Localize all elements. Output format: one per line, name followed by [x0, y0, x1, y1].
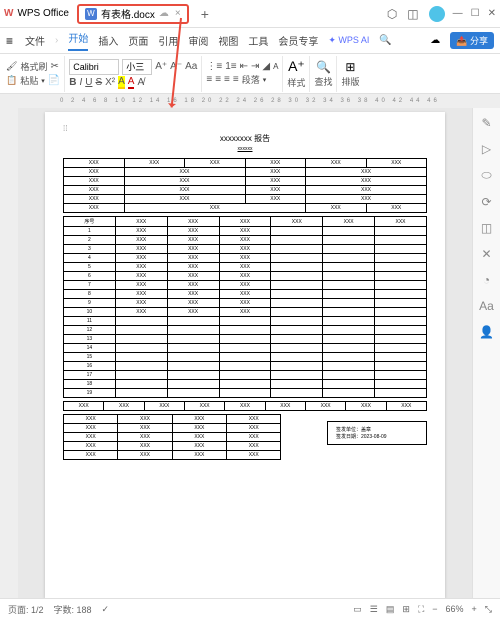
clear-format-icon[interactable]: A̸: [137, 77, 144, 88]
maximize-button[interactable]: ☐: [471, 8, 480, 19]
doc-subtitle: xxxxxx: [63, 146, 427, 152]
number-list-icon[interactable]: 1≡: [225, 61, 236, 72]
view-web-icon[interactable]: ▤: [386, 604, 395, 615]
user-avatar[interactable]: [429, 6, 445, 22]
style-icon[interactable]: A⁺: [288, 58, 305, 75]
menu-insert[interactable]: 插入: [98, 33, 118, 48]
paste-label: 粘贴: [20, 74, 38, 87]
horizontal-ruler[interactable]: 0 2 4 6 8 10 12 14 16 18 20 22 24 26 28 …: [0, 94, 500, 108]
app-logo: W: [4, 8, 13, 19]
zoom-out-button[interactable]: −: [432, 604, 437, 614]
doc-title: xxxxxxxx 报告: [63, 133, 427, 144]
format-painter-icon[interactable]: 🖌: [6, 61, 17, 72]
format-painter-label: 格式刷: [20, 60, 47, 73]
strike-icon[interactable]: S: [95, 77, 102, 88]
super-icon[interactable]: X²: [105, 77, 115, 88]
header-table-1: XXXXXXXXXXXXXXXXXX XXXXXXXXXXXX XXXXXXXX…: [63, 158, 427, 213]
minimize-button[interactable]: —: [453, 8, 463, 19]
grow-font-icon[interactable]: A⁺: [155, 61, 167, 72]
tab-sync-icon[interactable]: ☁: [159, 8, 169, 19]
align-justify-icon[interactable]: ≡: [233, 74, 239, 85]
share-button[interactable]: 📤 分享: [450, 32, 494, 49]
rail-time-icon[interactable]: ◔: [483, 273, 490, 287]
italic-icon[interactable]: I: [79, 77, 82, 88]
font-select[interactable]: [69, 59, 119, 75]
menu-review[interactable]: 审阅: [188, 33, 208, 48]
change-case-icon[interactable]: Aa: [185, 61, 197, 72]
signature-box: 签发单位：盖章 签发日期：2023-08-09: [327, 421, 427, 445]
app-center-icon[interactable]: ⬡: [387, 7, 397, 21]
menu-page[interactable]: 页面: [128, 33, 148, 48]
underline-icon[interactable]: U: [85, 77, 92, 88]
document-tab[interactable]: W 有表格.docx ☁ ×: [77, 4, 189, 24]
arrange-label: 排版: [341, 75, 359, 88]
rail-edit-icon[interactable]: ✎: [481, 116, 491, 130]
indent-right-icon[interactable]: ⇥: [251, 61, 259, 72]
paste-icon[interactable]: 📋: [6, 75, 17, 86]
menu-view[interactable]: 视图: [218, 33, 238, 48]
rail-user-icon[interactable]: 👤: [479, 325, 494, 339]
document-page[interactable]: ⁞⁞ xxxxxxxx 报告 xxxxxx XXXXXXXXXXXXXXXXXX…: [45, 112, 445, 598]
align-right-icon[interactable]: ≡: [224, 74, 230, 85]
spellcheck-icon[interactable]: ✓: [102, 604, 110, 615]
box-icon[interactable]: ◫: [407, 7, 418, 21]
style-label: 样式: [287, 76, 305, 89]
size-select[interactable]: [122, 59, 152, 75]
menu-member[interactable]: 会员专享: [278, 33, 318, 48]
vertical-ruler[interactable]: [0, 108, 18, 598]
rail-box-icon[interactable]: ◫: [481, 221, 492, 235]
align-left-icon[interactable]: ≡: [206, 74, 212, 85]
footer-table-1: XXXXXXXXXXXXXXXXXXXXXXXXXXX: [63, 401, 427, 411]
view-print-icon[interactable]: ▭: [353, 604, 362, 615]
arrange-icon[interactable]: ⊞: [345, 60, 355, 74]
footer-table-2: XXXXXXXXXXXX XXXXXXXXXXXX XXXXXXXXXXXX X…: [63, 414, 281, 460]
rail-select-icon[interactable]: ▷: [482, 142, 491, 156]
view-read-icon[interactable]: ⊞: [402, 604, 410, 615]
tab-title: 有表格.docx: [101, 6, 155, 21]
para-label[interactable]: 段落: [242, 73, 260, 86]
rail-close-icon[interactable]: ✕: [481, 247, 491, 261]
close-button[interactable]: ✕: [488, 8, 496, 19]
cut-icon[interactable]: ✂: [50, 61, 58, 72]
align-center-icon[interactable]: ≡: [215, 74, 221, 85]
cloud-icon[interactable]: ☁: [430, 35, 440, 46]
bullet-list-icon[interactable]: ⋮≡: [206, 61, 222, 72]
wps-ai-button[interactable]: ✦ WPS AI: [328, 35, 369, 46]
indent-left-icon[interactable]: ⇤: [240, 61, 248, 72]
find-icon[interactable]: 🔍: [316, 60, 331, 74]
menu-reference[interactable]: 引用: [158, 33, 178, 48]
fontcolor-icon[interactable]: A: [128, 76, 135, 89]
rail-shape-icon[interactable]: ⬭: [481, 168, 491, 183]
menu-tools[interactable]: 工具: [248, 33, 268, 48]
view-outline-icon[interactable]: ☰: [370, 604, 378, 615]
highlight-icon[interactable]: A: [118, 76, 125, 89]
fullscreen-icon[interactable]: ⤡: [485, 604, 492, 615]
tab-close-icon[interactable]: ×: [175, 8, 181, 19]
bold-icon[interactable]: B: [69, 77, 76, 88]
zoom-in-button[interactable]: +: [472, 604, 477, 614]
fill-icon[interactable]: ◢: [262, 61, 270, 72]
word-count[interactable]: 字数: 188: [54, 603, 92, 616]
zoom-level[interactable]: 66%: [446, 604, 464, 614]
menu-hamburger[interactable]: ≡: [6, 34, 13, 48]
app-name: WPS Office: [17, 8, 69, 19]
copy-icon[interactable]: 📄: [48, 75, 60, 86]
shrink-font-icon[interactable]: A⁻: [170, 61, 182, 72]
main-table: 序号XXXXXXXXXXXXXXXXXX1XXXXXXXXX2XXXXXXXXX…: [63, 216, 427, 398]
menu-start[interactable]: 开始: [68, 30, 88, 51]
rail-text-icon[interactable]: Aa: [479, 299, 494, 313]
search-icon[interactable]: 🔍: [379, 35, 391, 46]
new-tab-button[interactable]: +: [201, 6, 209, 22]
rail-refresh-icon[interactable]: ⟳: [481, 195, 491, 209]
find-label: 查找: [314, 75, 332, 88]
fit-icon[interactable]: ⛶: [418, 604, 424, 615]
doc-type-icon: W: [85, 8, 97, 20]
menu-file[interactable]: 文件: [25, 33, 45, 48]
page-indicator[interactable]: 页面: 1/2: [8, 603, 44, 616]
